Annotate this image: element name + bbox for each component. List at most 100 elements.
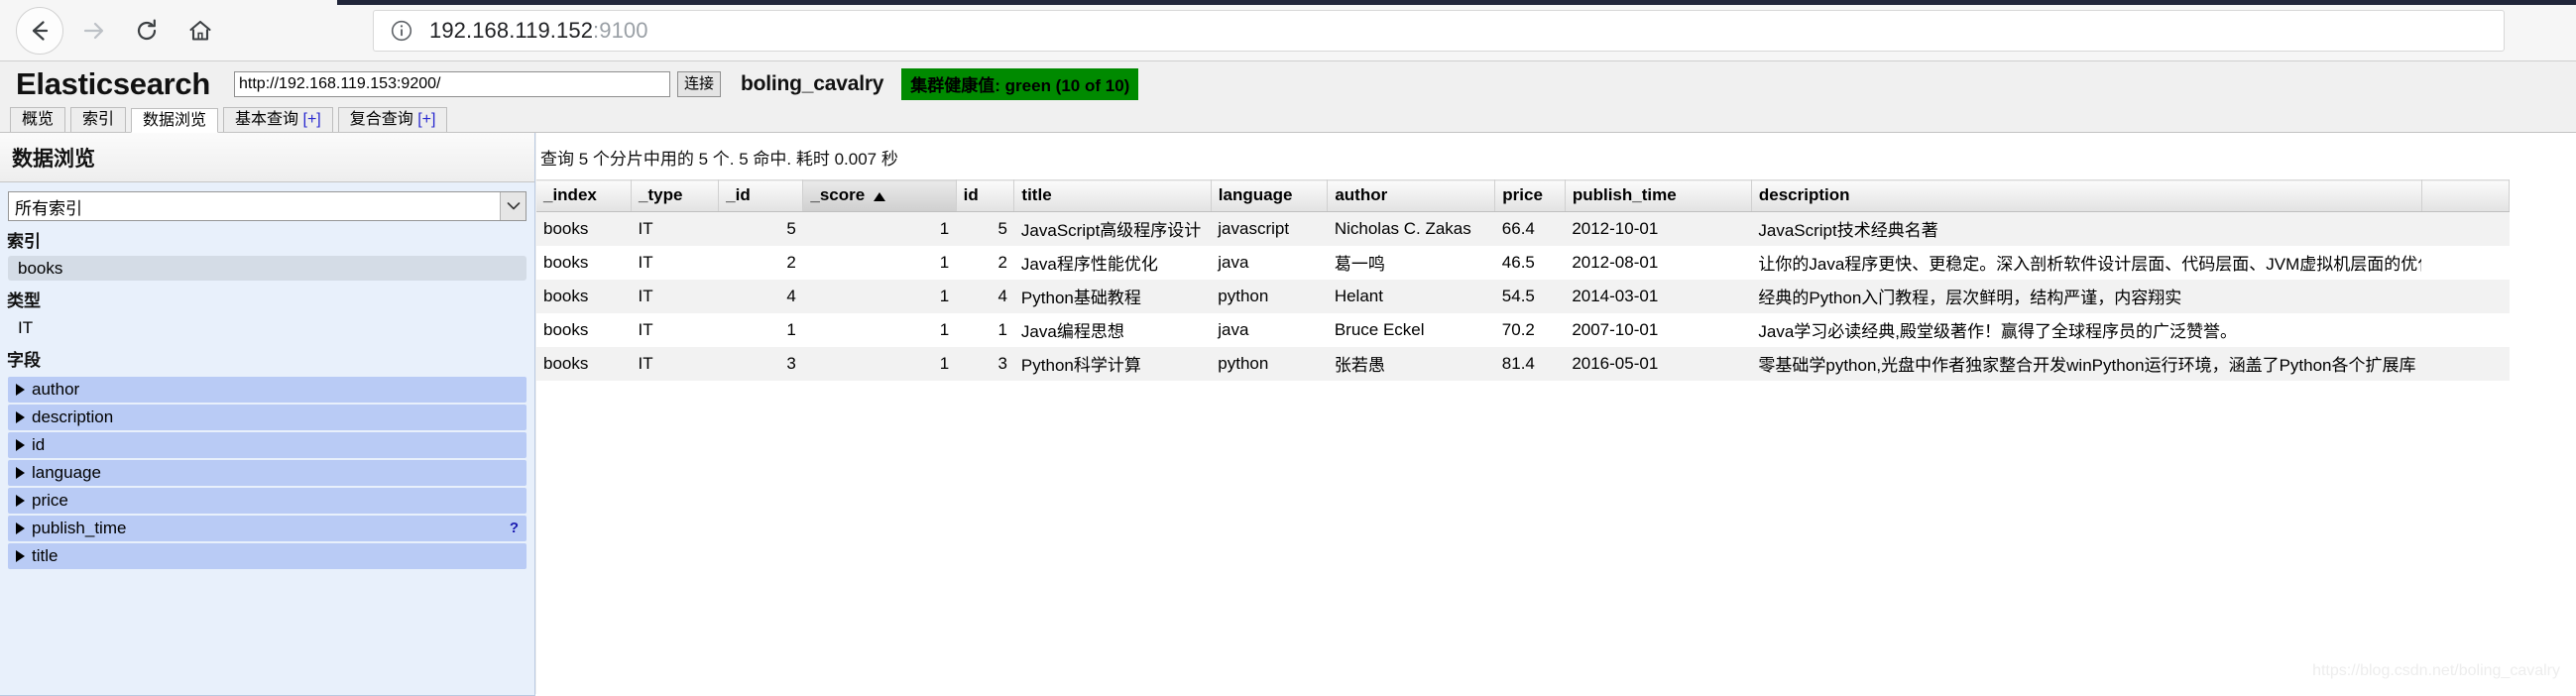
url-host: 192.168.119.152: [429, 18, 594, 43]
field-label: title: [32, 546, 59, 565]
tab-indices[interactable]: 索引: [70, 107, 127, 132]
column-header-description[interactable]: description: [1751, 179, 2422, 212]
cell-_type: IT: [631, 280, 719, 313]
cell-_index: books: [536, 280, 632, 313]
cell-publish_time: 2012-08-01: [1565, 246, 1752, 280]
column-header-_index[interactable]: _index: [536, 179, 632, 212]
results-table: _index _type _id _score id title languag…: [536, 179, 2511, 381]
column-header-title[interactable]: title: [1013, 179, 1212, 212]
cell-price: 54.5: [1494, 280, 1566, 313]
browser-nav-buttons: [0, 0, 224, 61]
tab-composite-query[interactable]: 复合查询 [+]: [337, 107, 448, 132]
sidebar-item-index-books[interactable]: books: [8, 256, 527, 281]
cell-price: 81.4: [1494, 347, 1566, 381]
cell-_id: 2: [718, 246, 803, 280]
tab-overview[interactable]: 概览: [10, 107, 66, 132]
field-item-publish-time[interactable]: publish_time ?: [8, 516, 527, 541]
connect-button[interactable]: 连接: [677, 71, 722, 97]
column-header-_score-label: _score: [810, 185, 866, 204]
cell-id: 4: [956, 280, 1014, 313]
sidebar-item-type-it[interactable]: IT: [8, 315, 527, 340]
field-label: publish_time: [32, 519, 127, 537]
cell-price: 70.2: [1494, 313, 1566, 347]
sidebar-title: 数据浏览: [0, 133, 534, 182]
cell-language: javascript: [1211, 211, 1328, 246]
field-label: author: [32, 380, 80, 399]
column-header-id[interactable]: id: [956, 179, 1015, 212]
field-item-description[interactable]: description: [8, 405, 527, 430]
caret-right-icon: [16, 522, 25, 534]
cell-spacer: [2421, 211, 2510, 246]
connect-url-input[interactable]: [234, 71, 671, 97]
elasticsearch-head-app: Elasticsearch 连接 boling_cavalry 集群健康值: g…: [0, 61, 2576, 696]
column-header-author[interactable]: author: [1327, 179, 1496, 212]
cell-description: JavaScript技术经典名著: [1751, 211, 2422, 246]
cell-_id: 5: [718, 211, 803, 246]
cell-_type: IT: [631, 313, 719, 347]
index-select[interactable]: 所有索引: [8, 191, 527, 221]
cell-publish_time: 2012-10-01: [1565, 211, 1752, 246]
column-header-_type[interactable]: _type: [631, 179, 720, 212]
table-row[interactable]: books IT 3 1 3 Python科学计算 python 张若愚 81.…: [536, 347, 2510, 381]
sidebar-index-heading: 索引: [7, 232, 41, 251]
table-row[interactable]: books IT 2 1 2 Java程序性能优化 java 葛一鸣 46.5 …: [536, 246, 2510, 280]
column-header-_score[interactable]: _score: [802, 179, 957, 212]
cell-_score: 1: [802, 280, 957, 313]
cell-title: Java编程思想: [1013, 313, 1212, 347]
field-label: language: [32, 463, 101, 482]
chevron-down-icon[interactable]: [500, 192, 526, 220]
cell-_index: books: [536, 211, 632, 246]
field-item-id[interactable]: id: [8, 432, 527, 458]
table-row[interactable]: books IT 5 1 5 JavaScript高级程序设计 javascri…: [536, 211, 2510, 246]
url-port: :9100: [593, 18, 648, 43]
forward-button[interactable]: [69, 7, 117, 55]
column-header-price[interactable]: price: [1494, 179, 1566, 212]
cluster-name-label: boling_cavalry: [741, 72, 884, 95]
column-header-publish_time[interactable]: publish_time: [1565, 179, 1752, 212]
results-table-header-row: _index _type _id _score id title languag…: [536, 179, 2511, 212]
cell-language: java: [1211, 246, 1328, 280]
query-status-text: 查询 5 个分片中用的 5 个. 5 命中. 耗时 0.007 秒: [540, 150, 898, 169]
tab-data-browser[interactable]: 数据浏览: [131, 108, 219, 133]
cell-_id: 3: [718, 347, 803, 381]
table-row[interactable]: books IT 1 1 1 Java编程思想 java Bruce Eckel…: [536, 313, 2510, 347]
tab-basic-query[interactable]: 基本查询 [+]: [223, 107, 333, 132]
data-browser-sidebar: 数据浏览 所有索引 索引 books 类型 IT 字段 author descr…: [0, 133, 535, 696]
column-header-language[interactable]: language: [1211, 179, 1329, 212]
table-row[interactable]: books IT 4 1 4 Python基础教程 python Helant …: [536, 280, 2510, 313]
cell-description: 让你的Java程序更快、更稳定。深入剖析软件设计层面、代码层面、JVM虚拟机层面…: [1751, 246, 2422, 280]
cell-spacer: [2421, 313, 2510, 347]
cell-_id: 1: [718, 313, 803, 347]
cell-_score: 1: [802, 313, 957, 347]
cell-price: 66.4: [1494, 211, 1566, 246]
cell-id: 3: [956, 347, 1014, 381]
cell-title: Python科学计算: [1013, 347, 1212, 381]
field-item-title[interactable]: title: [8, 543, 527, 569]
cell-publish_time: 2014-03-01: [1565, 280, 1752, 313]
info-circle-icon[interactable]: [390, 19, 413, 43]
field-item-price[interactable]: price: [8, 488, 527, 514]
field-item-author[interactable]: author: [8, 377, 527, 403]
back-icon[interactable]: [16, 7, 63, 55]
address-bar[interactable]: 192.168.119.152:9100: [373, 10, 2505, 52]
cell-title: Python基础教程: [1013, 280, 1212, 313]
tab-data-browser-label: 数据浏览: [143, 112, 207, 129]
arrow-left-icon: [32, 21, 49, 41]
cell-author: 葛一鸣: [1327, 246, 1495, 280]
home-button[interactable]: [176, 7, 224, 55]
tab-indices-label: 索引: [82, 111, 115, 128]
cell-language: python: [1211, 347, 1328, 381]
cell-price: 46.5: [1494, 246, 1566, 280]
field-item-language[interactable]: language: [8, 460, 527, 486]
cell-_id: 4: [718, 280, 803, 313]
column-header-_id[interactable]: _id: [718, 179, 804, 212]
cell-spacer: [2421, 280, 2510, 313]
field-label: description: [32, 407, 114, 426]
cell-description: 经典的Python入门教程，层次鲜明，结构严谨，内容翔实: [1751, 280, 2422, 313]
cluster-health-badge: 集群健康值: green (10 of 10): [901, 68, 1139, 100]
cell-author: 张若愚: [1327, 347, 1495, 381]
field-label: price: [32, 491, 68, 510]
field-help-icon[interactable]: ?: [510, 516, 519, 541]
cell-language: java: [1211, 313, 1328, 347]
reload-button[interactable]: [123, 7, 171, 55]
